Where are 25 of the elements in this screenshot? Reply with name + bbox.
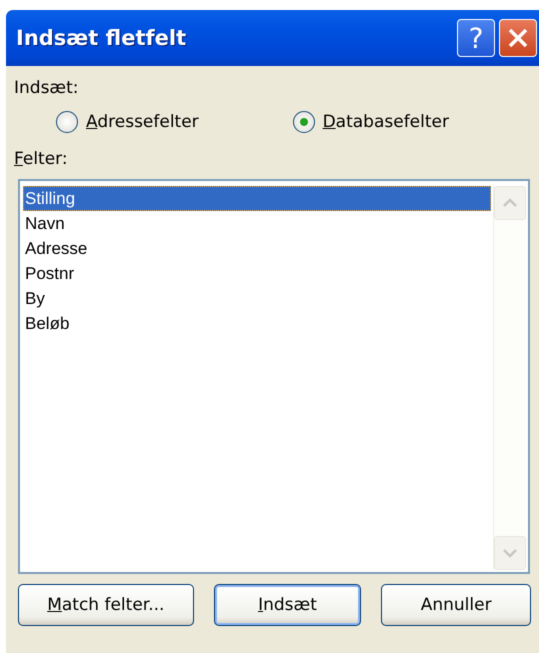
dialog-button[interactable]: Annuller	[381, 584, 531, 626]
help-button[interactable]: ?	[457, 19, 495, 57]
radio-option[interactable]: Databasefelter	[292, 111, 531, 133]
list-item[interactable]: Navn	[23, 211, 491, 236]
chevron-up-icon	[502, 198, 518, 208]
list-item[interactable]: Stilling	[23, 186, 491, 211]
close-icon	[507, 27, 529, 49]
dialog-button[interactable]: Indsæt	[214, 584, 362, 626]
scroll-up-button[interactable]	[494, 186, 526, 220]
scrollbar[interactable]	[493, 186, 526, 570]
window-title: Indsæt fletfelt	[16, 26, 188, 50]
close-button[interactable]	[499, 19, 537, 57]
field-list[interactable]: Stilling Navn Adresse Postnr By Beløb	[18, 179, 530, 574]
radio-label: Adressefelter	[86, 112, 199, 132]
radio-option[interactable]: Adressefelter	[56, 111, 293, 133]
list-item[interactable]: Beløb	[23, 311, 491, 336]
group-label: Indsæt:	[14, 78, 80, 98]
list-item[interactable]: By	[23, 286, 491, 311]
radio-label: Databasefelter	[322, 112, 449, 132]
dialog-button[interactable]: Match felter...	[18, 584, 194, 626]
list-label: Felter:	[14, 149, 69, 169]
scroll-down-button[interactable]	[494, 536, 526, 570]
list-item[interactable]: Postnr	[23, 261, 491, 286]
chevron-down-icon	[502, 548, 518, 558]
list-item[interactable]: Adresse	[23, 236, 491, 261]
